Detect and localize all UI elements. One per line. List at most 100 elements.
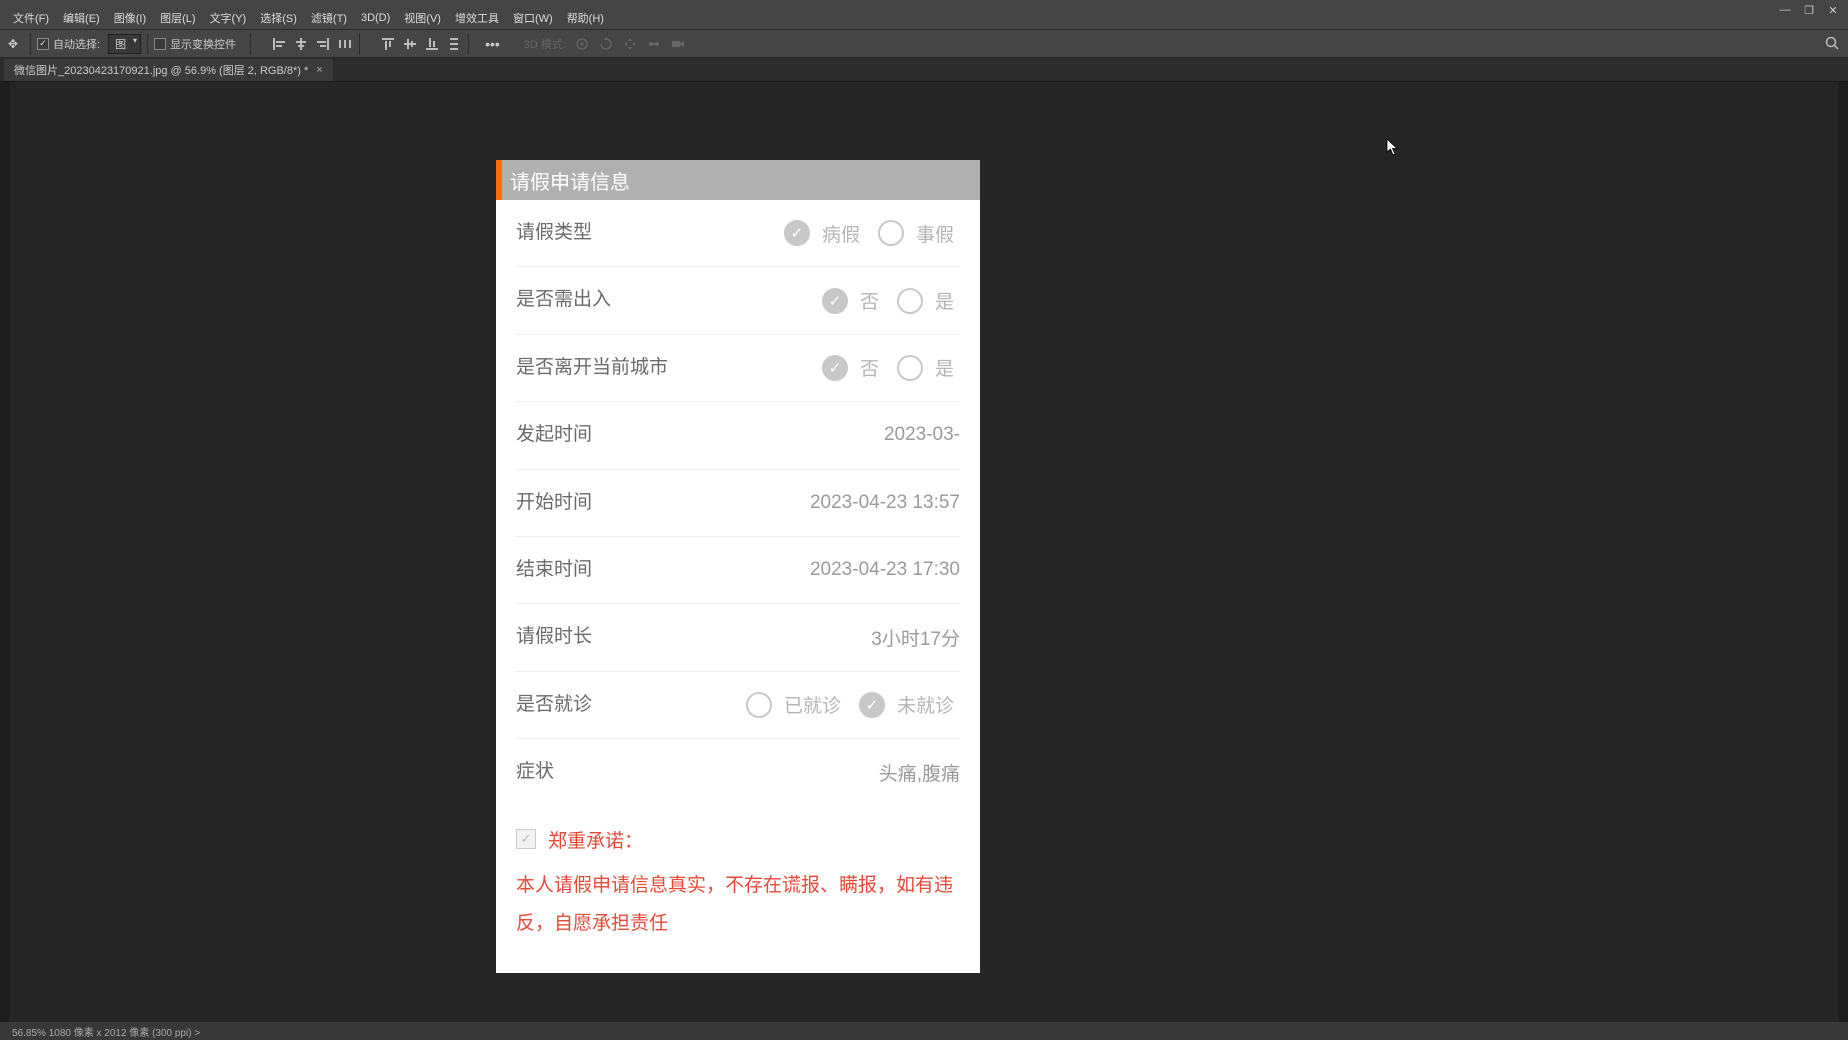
menu-help[interactable]: 帮助(H): [560, 10, 611, 26]
document-tab-label: 微信图片_20230423170921.jpg @ 56.9% (图层 2, R…: [14, 62, 308, 78]
leave-type-options: ✓ 病假 事假: [784, 220, 960, 247]
row-visited: 是否就诊 已就诊 ✓ 未就诊: [516, 672, 960, 739]
label-duration: 请假时长: [516, 622, 592, 652]
align-left-icon[interactable]: [271, 36, 287, 52]
menu-select[interactable]: 选择(S): [253, 10, 304, 26]
menu-file[interactable]: 文件(F): [6, 10, 56, 26]
row-leave-city: 是否离开当前城市 ✓ 否 是: [516, 335, 960, 402]
radio-label-visited: 已就诊: [784, 691, 841, 718]
align-group-h: [271, 36, 353, 52]
close-button[interactable]: ✕: [1826, 3, 1840, 17]
commitment-header: ✓ 郑重承诺：: [516, 826, 960, 853]
close-tab-icon[interactable]: ×: [316, 64, 322, 76]
status-bar: 56.85% 1080 像素 x 2012 像素 (300 ppi) >: [0, 1022, 1848, 1040]
align-group-v: [380, 36, 462, 52]
label-leave-city: 是否离开当前城市: [516, 353, 668, 383]
app-titlebar: [0, 0, 1848, 7]
radio-city-no[interactable]: ✓: [822, 355, 848, 381]
canvas[interactable]: 请假申请信息 请假类型 ✓ 病假 事假 是否需出入 ✓ 否 是: [10, 82, 1838, 1030]
menu-layer[interactable]: 图层(L): [153, 10, 202, 26]
distribute-h-icon[interactable]: [337, 36, 353, 52]
leave-city-options: ✓ 否 是: [822, 354, 960, 381]
radio-inout-no[interactable]: ✓: [822, 288, 848, 314]
radio-inout-yes[interactable]: [897, 288, 923, 314]
separator: [250, 33, 251, 55]
label-need-inout: 是否需出入: [516, 285, 611, 315]
show-transform-label: 显示变换控件: [170, 36, 236, 52]
radio-label-personal: 事假: [916, 220, 954, 247]
document-tab[interactable]: 微信图片_20230423170921.jpg @ 56.9% (图层 2, R…: [4, 59, 333, 81]
3d-camera-icon: [670, 36, 686, 52]
leave-request-form: 请假申请信息 请假类型 ✓ 病假 事假 是否需出入 ✓ 否 是: [496, 160, 980, 973]
3d-mode-label: 3D 模式:: [524, 36, 566, 52]
value-end-time: 2023-04-23 17:30: [810, 559, 960, 581]
3d-slide-icon: [646, 36, 662, 52]
options-bar: ✥ 自动选择: 图 显示变换控件 ••• 3D 模式:: [0, 29, 1848, 58]
menu-bar: 文件(F) 编辑(E) 图像(I) 图层(L) 文字(Y) 选择(S) 滤镜(T…: [0, 7, 1848, 29]
row-symptom: 症状 头痛,腹痛: [516, 739, 960, 805]
align-top-icon[interactable]: [380, 36, 396, 52]
show-transform-checkbox[interactable]: [154, 38, 166, 50]
label-initiate-time: 发起时间: [516, 420, 592, 450]
label-end-time: 结束时间: [516, 555, 592, 585]
window-controls: — ❐ ✕: [1770, 0, 1848, 20]
row-need-inout: 是否需出入 ✓ 否 是: [516, 267, 960, 334]
separator: [147, 33, 148, 55]
minimize-button[interactable]: —: [1778, 3, 1792, 17]
align-hcenter-icon[interactable]: [293, 36, 309, 52]
label-start-time: 开始时间: [516, 488, 592, 518]
separator: [359, 33, 360, 55]
radio-personal-leave[interactable]: [878, 220, 904, 246]
value-initiate-time: 2023-03-: [884, 424, 960, 446]
menu-window[interactable]: 窗口(W): [506, 10, 560, 26]
label-visited: 是否就诊: [516, 690, 592, 720]
menu-view[interactable]: 视图(V): [397, 10, 448, 26]
menu-filter[interactable]: 滤镜(T): [304, 10, 354, 26]
move-tool-icon[interactable]: ✥: [2, 33, 24, 55]
menu-image[interactable]: 图像(I): [107, 10, 153, 26]
radio-city-yes[interactable]: [897, 355, 923, 381]
status-text: 56.85% 1080 像素 x 2012 像素 (300 ppi) >: [12, 1024, 200, 1039]
commitment-title: 郑重承诺：: [548, 826, 643, 853]
align-right-icon[interactable]: [315, 36, 331, 52]
3d-roll-icon: [598, 36, 614, 52]
commitment-checkbox[interactable]: ✓: [516, 829, 536, 849]
align-vcenter-icon[interactable]: [402, 36, 418, 52]
radio-label-sick: 病假: [822, 220, 860, 247]
menu-type[interactable]: 文字(Y): [203, 10, 254, 26]
row-start-time: 开始时间 2023-04-23 13:57: [516, 470, 960, 537]
row-duration: 请假时长 3小时17分: [516, 604, 960, 671]
menu-plugins[interactable]: 增效工具: [448, 10, 506, 26]
distribute-v-icon[interactable]: [446, 36, 462, 52]
radio-label-yes: 是: [935, 354, 954, 381]
more-options-icon[interactable]: •••: [485, 36, 500, 52]
value-symptom: 头痛,腹痛: [879, 759, 960, 786]
menu-edit[interactable]: 编辑(E): [56, 10, 107, 26]
align-bottom-icon[interactable]: [424, 36, 440, 52]
form-header: 请假申请信息: [496, 160, 980, 200]
form-title: 请假申请信息: [510, 166, 630, 195]
mouse-cursor-icon: [1386, 138, 1400, 156]
commitment-body: 本人请假申请信息真实，不存在谎报、瞒报，如有违反，自愿承担责任: [516, 867, 960, 943]
radio-sick-leave[interactable]: ✓: [784, 220, 810, 246]
label-symptom: 症状: [516, 757, 554, 787]
radio-label-no: 否: [860, 354, 879, 381]
search-icon[interactable]: [1825, 36, 1840, 56]
row-leave-type: 请假类型 ✓ 病假 事假: [516, 200, 960, 267]
radio-visited-no[interactable]: ✓: [859, 692, 885, 718]
auto-select-checkbox[interactable]: [37, 38, 49, 50]
radio-label-yes: 是: [935, 287, 954, 314]
visited-options: 已就诊 ✓ 未就诊: [746, 691, 960, 718]
form-body: 请假类型 ✓ 病假 事假 是否需出入 ✓ 否 是 是否离开当前城市: [496, 200, 980, 973]
value-duration: 3小时17分: [871, 624, 960, 651]
separator: [30, 33, 31, 55]
auto-select-label: 自动选择:: [53, 36, 100, 52]
auto-select-target[interactable]: 图: [108, 34, 141, 54]
radio-visited-yes[interactable]: [746, 692, 772, 718]
document-tab-bar: 微信图片_20230423170921.jpg @ 56.9% (图层 2, R…: [0, 58, 1848, 82]
3d-orbit-icon: [574, 36, 590, 52]
restore-button[interactable]: ❐: [1802, 3, 1816, 17]
commitment-section: ✓ 郑重承诺： 本人请假申请信息真实，不存在谎报、瞒报，如有违反，自愿承担责任: [516, 806, 960, 973]
value-start-time: 2023-04-23 13:57: [810, 492, 960, 514]
menu-3d[interactable]: 3D(D): [354, 12, 397, 24]
